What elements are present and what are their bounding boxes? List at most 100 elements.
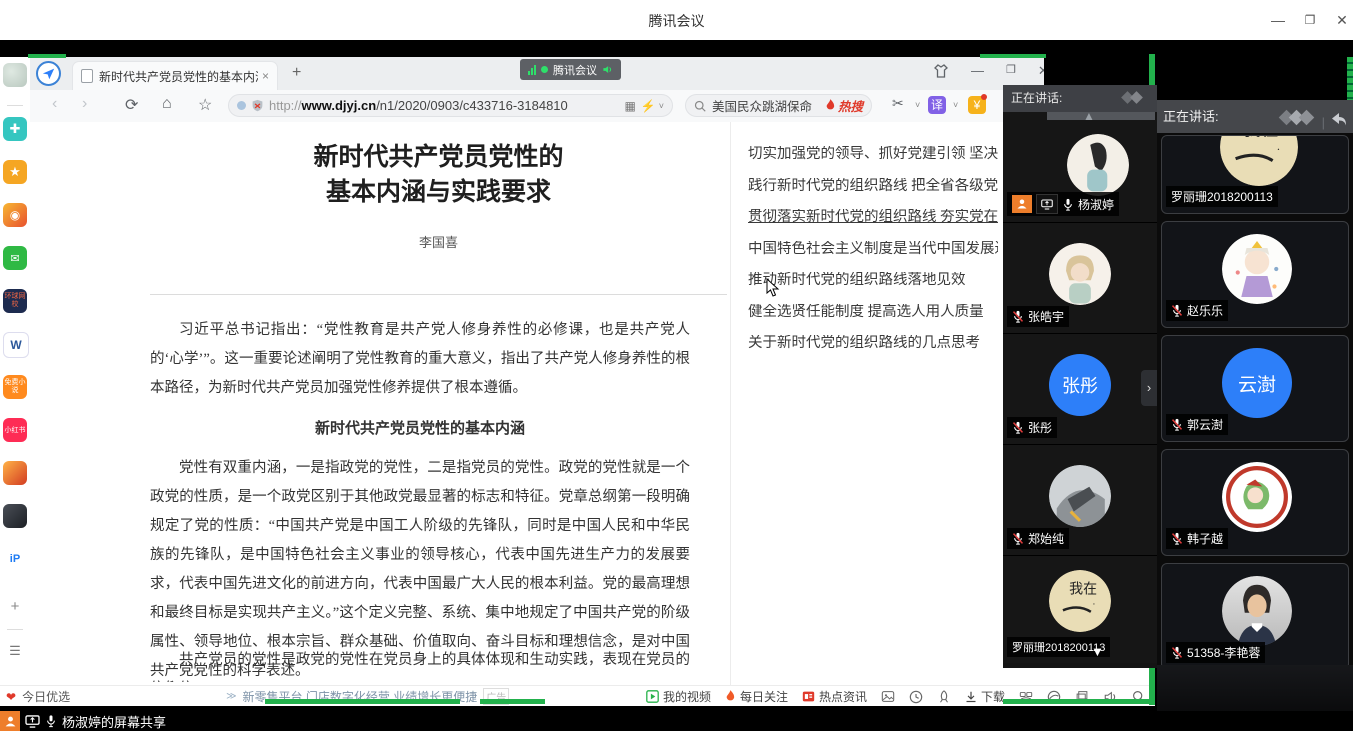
capture-dropdown-icon[interactable]: ˅ xyxy=(915,100,920,110)
related-link[interactable]: 健全选贤任能制度 提高选人用人质量 xyxy=(748,304,998,321)
free-novel-icon[interactable]: 免费小说 xyxy=(3,375,27,399)
skin-theme-icon[interactable] xyxy=(933,63,949,79)
scroll-down-icon[interactable]: ▼ xyxy=(1091,644,1104,659)
add-favorite-button[interactable]: + xyxy=(3,594,27,618)
boost-rocket-icon[interactable] xyxy=(937,690,951,704)
webpage-content: 新时代共产党员党性的 基本内涵与实践要求 李国喜 习近平总书记指出：“党性教育是… xyxy=(30,122,1155,685)
xiaohongshu-icon[interactable]: 小红书 xyxy=(3,418,27,442)
history-clock-icon[interactable] xyxy=(909,690,923,704)
favorites-star-icon[interactable]: ★ xyxy=(3,160,27,184)
expand-panel-icon[interactable]: › xyxy=(1141,370,1157,406)
paragraph-1: 习近平总书记指出：“党性教育是共产党人修身养性的必修课，也是共产党人的‘心学’”… xyxy=(150,316,690,403)
browser-maximize-icon[interactable]: ❐ xyxy=(1006,63,1016,79)
video-tile[interactable]: 张彤 › 张彤 xyxy=(1003,334,1157,445)
hot-search-label[interactable]: 热搜 xyxy=(838,96,863,115)
hot-news-button[interactable]: 热点资讯 xyxy=(802,688,867,705)
address-bar[interactable]: http://www.djyj.cn/n1/2020/0903/c433716-… xyxy=(228,94,673,117)
urlbar-dropdown-icon[interactable]: ˅ xyxy=(659,101,664,111)
avatar-initials: 张彤 xyxy=(1049,354,1111,416)
related-link-hovered[interactable]: 贯彻落实新时代党的组织路线 夯实党在边… xyxy=(748,209,998,226)
minimize-button[interactable]: — xyxy=(1268,10,1288,30)
video-tile[interactable]: 郑始纯 xyxy=(1003,445,1157,556)
sidebar-divider xyxy=(7,105,23,106)
video-tile[interactable]: 赵乐乐 xyxy=(1161,221,1349,328)
video-tile[interactable]: 韩子越 xyxy=(1161,449,1349,556)
huanqiu-wangxiao-icon[interactable]: 环球网校 xyxy=(3,289,27,313)
reload-icon[interactable]: ⟳ xyxy=(125,95,138,115)
close-button[interactable]: ✕ xyxy=(1332,10,1352,30)
pill-label: 腾讯会议 xyxy=(553,62,597,78)
video-tile[interactable]: 我在· 罗丽珊2018200113 ▼ xyxy=(1003,556,1157,663)
floating-panel-header: 正在讲话: xyxy=(1003,85,1157,112)
video-tile[interactable]: ▲ 杨淑婷 xyxy=(1003,112,1157,223)
share-border-segment xyxy=(480,699,545,704)
forward-icon[interactable]: › xyxy=(82,95,87,113)
health-app-icon[interactable]: ✚ xyxy=(3,117,27,141)
meeting-indicator-pill[interactable]: 腾讯会议 xyxy=(520,59,621,80)
avatar-initials: 云澍 xyxy=(1222,348,1292,418)
browser-logo-icon[interactable] xyxy=(36,61,61,86)
scissors-capture-icon[interactable]: ✂ xyxy=(892,95,904,112)
share-border-segment xyxy=(980,54,1046,58)
weibo-icon[interactable]: ◉ xyxy=(3,203,27,227)
home-icon[interactable]: ⌂ xyxy=(162,95,172,113)
bookmark-star-icon[interactable]: ☆ xyxy=(198,95,212,115)
insecure-shield-icon[interactable] xyxy=(251,99,264,112)
download-button[interactable]: 下载 xyxy=(965,688,1005,705)
video-tile[interactable]: 张皓宇 xyxy=(1003,223,1157,334)
pubg-game-icon[interactable] xyxy=(3,504,27,528)
translate-dropdown-icon[interactable]: ˅ xyxy=(953,100,958,110)
share-border-segment xyxy=(28,54,66,58)
my-video-button[interactable]: 我的视频 xyxy=(646,688,711,705)
participant-name: 赵乐乐 xyxy=(1187,302,1223,319)
related-link[interactable]: 关于新时代党的组织路线的几点思考 xyxy=(748,335,998,352)
shared-screen-stage: ✚ ★ ◉ ✉ 环球网校 W 免费小说 小红书 iP + ☰ xyxy=(0,40,1353,731)
image-gallery-icon[interactable] xyxy=(881,690,895,703)
video-tile[interactable]: 我在· 罗丽珊2018200113 xyxy=(1161,135,1349,214)
daily-picks-label[interactable]: 今日优选 xyxy=(22,688,70,705)
tencent-meeting-window: 腾讯会议 — ❐ ✕ ✚ ★ ◉ ✉ 环球网校 W 免费小说 小红书 iP xyxy=(0,0,1353,731)
browser-tab[interactable]: 新时代共产党员党性的基本内涵 × xyxy=(72,61,278,90)
play-video-icon xyxy=(646,690,659,703)
browser-statusbar: ❤ 今日优选 ≫ 新零售平台,门店数字化经营,业绩增长更便捷 广告 我的视频 每… xyxy=(0,685,1155,706)
side-speaker-panel[interactable]: 正在讲话: | 我在· 罗丽珊2018200113 xyxy=(1157,100,1353,665)
scroll-up-icon[interactable]: ▲ xyxy=(1083,112,1095,123)
paragraph-3: 共产党员的党性是政党的党性在党员身上的具体体现和生动实践，表现在党员的信仰信 xyxy=(150,646,690,682)
related-link[interactable]: 切实加强党的领导、抓好党建引领 坚决夺… xyxy=(748,146,998,163)
browser-minimize-icon[interactable]: — xyxy=(971,63,984,79)
browser-toolbar: ‹ › ⟳ ⌂ ☆ http://www.djyj.cn/n1/2020/090… xyxy=(30,90,1155,123)
maximize-button[interactable]: ❐ xyxy=(1300,10,1320,30)
related-link[interactable]: 推动新时代党的组织路线落地见效 xyxy=(748,272,998,289)
daily-focus-button[interactable]: 每日关注 xyxy=(725,688,788,705)
mail-icon[interactable]: ✉ xyxy=(3,246,27,270)
svg-text:·: · xyxy=(1277,143,1281,156)
video-tile[interactable]: 51358-李艳蓉 xyxy=(1161,563,1349,670)
user-avatar[interactable] xyxy=(3,63,27,87)
sidebar-menu-icon[interactable]: ☰ xyxy=(3,639,27,663)
presenter-badge-icon xyxy=(0,711,20,731)
game-app-icon[interactable] xyxy=(3,461,27,485)
related-link[interactable]: 中国特色社会主义制度是当代中国发展进步· xyxy=(748,241,998,258)
qr-code-icon[interactable]: ▦ xyxy=(624,99,635,113)
floating-speaker-panel[interactable]: 正在讲话: ▲ xyxy=(1003,85,1157,668)
ip-app-icon[interactable]: iP xyxy=(3,547,27,571)
shared-browser-window: ✚ ★ ◉ ✉ 环球网校 W 免费小说 小红书 iP + ☰ xyxy=(0,57,1155,705)
flash-speed-icon[interactable]: ⚡ xyxy=(641,99,656,113)
back-icon[interactable]: ‹ xyxy=(52,95,57,113)
tab-close-icon[interactable]: × xyxy=(262,69,269,83)
translate-icon[interactable]: 译 xyxy=(928,96,946,114)
article-title: 新时代共产党员党性的 基本内涵与实践要求 xyxy=(150,140,727,210)
related-link[interactable]: 践行新时代党的组织路线 把全省各级党组… xyxy=(748,178,998,195)
video-tile[interactable]: 云澍 郭云澍 xyxy=(1161,335,1349,442)
avatar: 我在· xyxy=(1049,570,1111,632)
news-icon xyxy=(802,690,815,703)
participant-label: 张皓宇 xyxy=(1007,306,1069,327)
recording-dot-icon xyxy=(541,66,548,73)
flame-icon xyxy=(725,690,736,703)
search-box[interactable]: 美国民众跳湖保命 热搜 xyxy=(685,94,872,117)
word-doc-icon[interactable]: W xyxy=(3,332,29,358)
avatar xyxy=(1222,462,1292,532)
mic-muted-icon xyxy=(1012,532,1024,545)
new-tab-button[interactable]: + xyxy=(292,64,301,82)
participant-label: 罗丽珊2018200113 xyxy=(1166,186,1278,207)
